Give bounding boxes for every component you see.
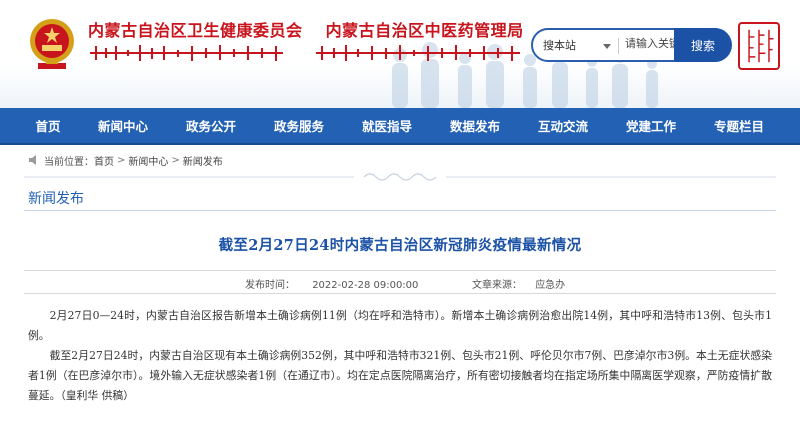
article-source-label: 文章来源： (472, 280, 522, 291)
site-header: 内蒙古自治区卫生健康委员会 内蒙古自治区中医药管理局 搜本站 搜索 (0, 0, 800, 108)
nav-item-medical-guide[interactable]: 就医指导 (354, 108, 420, 145)
nav-item-party-building[interactable]: 党建工作 (618, 108, 684, 145)
nav-item-interaction[interactable]: 互动交流 (530, 108, 596, 145)
breadcrumb-item-home[interactable]: 首页 (94, 153, 114, 168)
nav-item-home[interactable]: 首页 (20, 108, 76, 145)
article-title: 截至2月27日24时内蒙古自治区新冠肺炎疫情最新情况 (218, 237, 582, 254)
article-source-value: 应急办 (535, 280, 566, 291)
nav-item-data-release[interactable]: 数据发布 (442, 108, 508, 145)
article-source-meta: 文章来源： 应急办 (472, 276, 565, 291)
article-paragraph-2: 截至2月27日24时，内蒙古自治区现有本土确诊病例352例，其中呼和浩特市321… (28, 349, 772, 402)
publish-time-value: 2022-02-28 09:00:00 (312, 280, 419, 291)
decorative-pattern-band (24, 173, 776, 181)
main-nav: 首页 新闻中心 政务公开 政务服务 就医指导 数据发布 互动交流 党建工作 专题… (0, 108, 800, 145)
breadcrumb: 当前位置： 首页 > 新闻中心 > 新闻发布 (28, 152, 223, 168)
section-divider (24, 210, 776, 211)
breadcrumb-item-news-center[interactable]: 新闻中心 (128, 153, 168, 168)
publish-time-meta: 发布时间： 2022-02-28 09:00:00 (245, 276, 418, 291)
breadcrumb-separator: > (117, 154, 126, 166)
search-button[interactable]: 搜索 (674, 28, 732, 62)
article-body: 2月27日0—24时，内蒙古自治区报告新增本土确诊病例11例（均在呼和浩特市）。… (28, 306, 772, 406)
org-title-secondary: 内蒙古自治区中医药管理局 (325, 21, 524, 40)
breadcrumb-prefix: 当前位置： (44, 156, 94, 168)
publish-time-label: 发布时间： (245, 280, 295, 291)
org-title-primary: 内蒙古自治区卫生健康委员会 (88, 21, 303, 40)
nav-item-gov-affairs[interactable]: 政务公开 (178, 108, 244, 145)
nav-item-gov-services[interactable]: 政务服务 (266, 108, 332, 145)
speaker-icon (29, 155, 36, 165)
nav-item-news[interactable]: 新闻中心 (90, 108, 156, 145)
meta-divider-bottom (24, 293, 776, 294)
site-title-row: 内蒙古自治区卫生健康委员会 内蒙古自治区中医药管理局 (88, 17, 542, 41)
search-divider (618, 38, 619, 54)
breadcrumb-separator: > (171, 154, 180, 166)
chevron-down-icon[interactable] (603, 44, 611, 49)
national-emblem-icon (30, 19, 74, 69)
mongolian-script-title (90, 45, 520, 61)
mongolian-seal-icon (738, 22, 780, 70)
meta-divider-top (24, 270, 776, 271)
search-scope-select[interactable]: 搜本站 (543, 37, 576, 53)
breadcrumb-item-news-release[interactable]: 新闻发布 (183, 153, 223, 168)
section-title: 新闻发布 (28, 191, 84, 207)
nav-item-special-topics[interactable]: 专题栏目 (706, 108, 772, 145)
article-paragraph-1: 2月27日0—24时，内蒙古自治区报告新增本土确诊病例11例（均在呼和浩特市）。… (28, 309, 772, 342)
